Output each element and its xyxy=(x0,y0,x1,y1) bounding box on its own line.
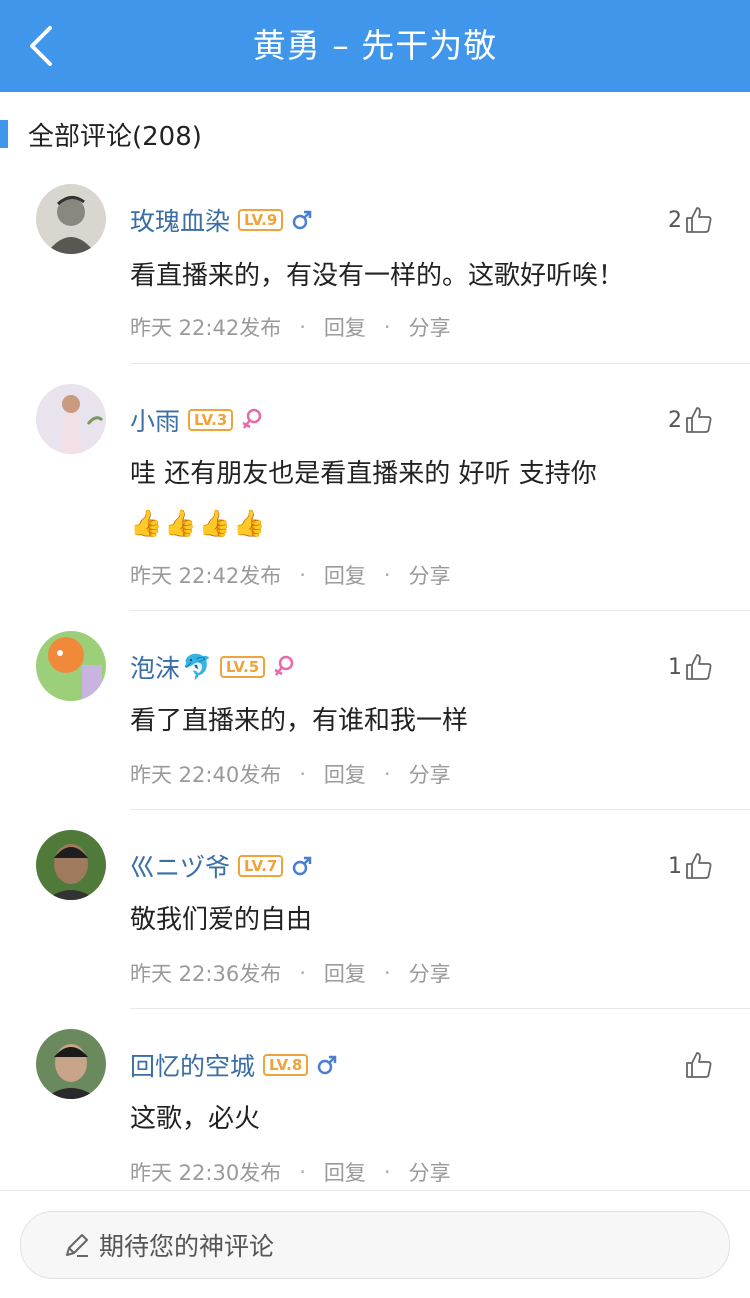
timestamp: 昨天 22:42发布 xyxy=(130,564,282,588)
username[interactable]: 小雨 xyxy=(130,402,180,438)
like-count: 1 xyxy=(668,853,682,879)
comment-meta: 昨天 22:42发布 · 回复 · 分享 xyxy=(130,312,451,342)
thumbs-up-icon xyxy=(686,654,712,680)
comment-meta: 昨天 22:36发布 · 回复 · 分享 xyxy=(130,958,451,988)
separator: · xyxy=(299,563,306,587)
pencil-icon xyxy=(63,1231,91,1259)
comment-emoji: 👍👍👍👍 xyxy=(130,509,268,539)
reply-link[interactable]: 回复 xyxy=(324,560,366,590)
comment-meta: 昨天 22:40发布 · 回复 · 分享 xyxy=(130,759,451,789)
comment-text: 看直播来的，有没有一样的。这歌好听唉！ xyxy=(130,261,625,291)
separator: · xyxy=(299,961,306,985)
like-button[interactable]: 2 xyxy=(668,400,714,440)
share-link[interactable]: 分享 xyxy=(409,560,451,590)
username[interactable]: 巛ニヅ爷 xyxy=(130,848,230,884)
level-badge: LV.9 xyxy=(238,209,284,231)
avatar[interactable] xyxy=(36,631,106,701)
thumbs-up-icon xyxy=(686,207,712,233)
separator: · xyxy=(383,1160,391,1184)
section-title: 全部评论(208) xyxy=(28,122,202,152)
comment-composer-bar: 期待您的神评论 xyxy=(0,1190,750,1298)
comment-text: 敬我们爱的自由 xyxy=(130,905,313,935)
separator: · xyxy=(299,1160,306,1184)
divider xyxy=(130,809,750,810)
share-link[interactable]: 分享 xyxy=(409,1157,451,1187)
like-button[interactable] xyxy=(682,1045,714,1085)
like-count: 1 xyxy=(668,654,682,680)
separator: · xyxy=(383,961,391,985)
thumbs-up-icon xyxy=(686,853,712,879)
share-link[interactable]: 分享 xyxy=(409,958,451,988)
divider xyxy=(130,1008,750,1009)
female-icon xyxy=(241,408,263,432)
separator: · xyxy=(383,315,391,339)
male-icon xyxy=(316,1054,338,1076)
name-row: 玫瑰血染 LV.9 xyxy=(130,200,313,240)
separator: · xyxy=(383,563,391,587)
username[interactable]: 泡沫 xyxy=(130,649,180,685)
avatar[interactable] xyxy=(36,184,106,254)
comment-input[interactable]: 期待您的神评论 xyxy=(20,1211,730,1279)
top-bar: 黄勇 – 先干为敬 xyxy=(0,0,750,92)
female-icon xyxy=(273,655,295,679)
separator: · xyxy=(299,762,306,786)
like-count: 2 xyxy=(668,207,682,233)
reply-link[interactable]: 回复 xyxy=(324,759,366,789)
avatar[interactable] xyxy=(36,830,106,900)
comment-meta: 昨天 22:30发布 · 回复 · 分享 xyxy=(130,1157,451,1187)
male-icon xyxy=(291,209,313,231)
comment-text: 哇 还有朋友也是看直播来的 好听 支持你 xyxy=(130,459,597,489)
comment-input-placeholder: 期待您的神评论 xyxy=(99,1232,275,1261)
username[interactable]: 回忆的空城 xyxy=(130,1047,255,1083)
share-link[interactable]: 分享 xyxy=(409,759,451,789)
section-header: 全部评论(208) xyxy=(0,108,750,158)
like-button[interactable]: 1 xyxy=(668,647,714,687)
reply-link[interactable]: 回复 xyxy=(324,958,366,988)
name-row: 回忆的空城 LV.8 xyxy=(130,1045,338,1085)
comment-text: 这歌，必火 xyxy=(130,1104,261,1134)
page-title: 黄勇 – 先干为敬 xyxy=(252,26,498,65)
timestamp: 昨天 22:40发布 xyxy=(130,763,282,787)
level-badge: LV.8 xyxy=(263,1054,309,1076)
separator: · xyxy=(299,315,306,339)
male-icon xyxy=(291,855,313,877)
dolphin-emoji: 🐬 xyxy=(182,653,212,681)
thumbs-up-icon xyxy=(686,407,712,433)
level-badge: LV.5 xyxy=(219,656,266,678)
level-badge: LV.3 xyxy=(188,409,234,431)
reply-link[interactable]: 回复 xyxy=(324,1157,366,1187)
name-row: 小雨 LV.3 xyxy=(130,400,263,440)
avatar[interactable] xyxy=(36,1029,106,1099)
like-button[interactable]: 2 xyxy=(668,200,714,240)
thumbs-up-icon xyxy=(686,1052,712,1078)
section-accent-bar xyxy=(0,120,8,148)
timestamp: 昨天 22:36发布 xyxy=(130,962,282,986)
timestamp: 昨天 22:42发布 xyxy=(130,316,282,340)
reply-link[interactable]: 回复 xyxy=(324,312,366,342)
separator: · xyxy=(383,762,391,786)
avatar[interactable] xyxy=(36,384,106,454)
share-link[interactable]: 分享 xyxy=(409,312,451,342)
name-row: 巛ニヅ爷 LV.7 xyxy=(130,846,313,886)
comment-text: 看了直播来的，有谁和我一样 xyxy=(130,706,469,736)
divider xyxy=(130,610,750,611)
username[interactable]: 玫瑰血染 xyxy=(130,202,230,238)
level-badge: LV.7 xyxy=(238,855,284,877)
like-button[interactable]: 1 xyxy=(668,846,714,886)
divider xyxy=(130,363,750,364)
name-row: 泡沫 🐬 LV.5 xyxy=(130,647,295,687)
comment-meta: 昨天 22:42发布 · 回复 · 分享 xyxy=(130,560,451,590)
timestamp: 昨天 22:30发布 xyxy=(130,1161,282,1185)
like-count: 2 xyxy=(668,407,682,433)
